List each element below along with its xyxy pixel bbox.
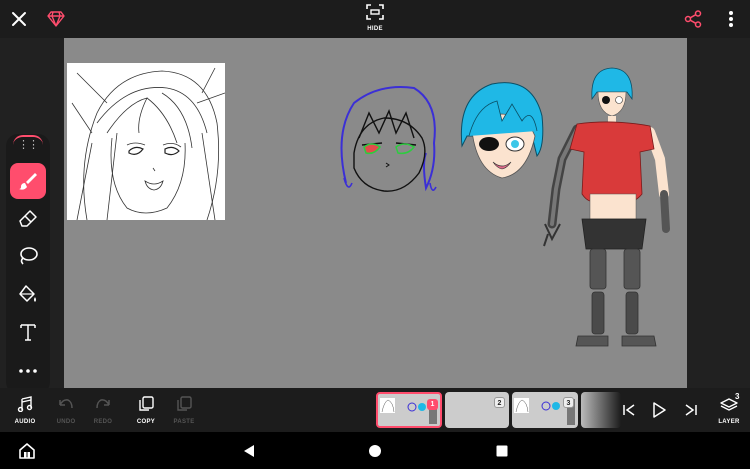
- frame-thumbnail-3[interactable]: 3: [512, 392, 578, 428]
- hide-label: HIDE: [367, 26, 383, 32]
- brush-tool[interactable]: [10, 163, 46, 199]
- tool-panel-handle[interactable]: ⋮⋮: [13, 135, 43, 155]
- audio-button[interactable]: AUDIO: [7, 396, 43, 425]
- skip-back-icon: [623, 404, 635, 416]
- drawing-canvas[interactable]: [64, 38, 687, 388]
- home-icon[interactable]: [366, 442, 384, 460]
- frame-number: 3: [563, 397, 574, 408]
- layer-button[interactable]: 3 LAYER: [711, 392, 747, 425]
- paint-bucket-icon: [19, 285, 36, 302]
- redo-button[interactable]: REDO: [85, 396, 121, 425]
- fill-tool[interactable]: [10, 276, 46, 312]
- top-bar: HIDE: [0, 0, 750, 38]
- bottom-bar: AUDIO UNDO REDO COPY PASTE 1 2 3 3 LAYER: [0, 388, 750, 432]
- play-button[interactable]: [649, 400, 669, 420]
- paste-button[interactable]: PASTE: [166, 396, 202, 425]
- close-icon[interactable]: [6, 6, 32, 32]
- frame-thumbnail-2[interactable]: 2: [445, 392, 509, 428]
- more-tools[interactable]: [10, 353, 46, 389]
- eraser-tool[interactable]: [10, 201, 46, 237]
- paste-label: PASTE: [173, 419, 195, 425]
- text-icon: [20, 324, 36, 341]
- colored-head[interactable]: [457, 76, 547, 186]
- line-art-head[interactable]: [334, 83, 444, 198]
- redo-label: REDO: [93, 419, 113, 425]
- frame-number: 1: [427, 399, 438, 410]
- flipaclip-app: HIDE ⋮⋮ AUDIO UNDO REDO COPY PASTE 1 2 3…: [0, 0, 750, 469]
- first-frame-button[interactable]: [619, 400, 639, 420]
- undo-label: UNDO: [56, 419, 76, 425]
- layer-count: 3: [735, 392, 740, 401]
- play-icon: [653, 402, 666, 418]
- timeline-fade: [581, 392, 621, 428]
- undo-icon: [59, 399, 73, 409]
- full-body-character[interactable]: [542, 64, 687, 354]
- text-tool[interactable]: [10, 314, 46, 350]
- tool-panel: ⋮⋮: [6, 134, 50, 394]
- undo-button[interactable]: UNDO: [48, 396, 84, 425]
- copy-label: COPY: [136, 419, 156, 425]
- home-app-icon[interactable]: [18, 442, 36, 460]
- diamond-icon[interactable]: [43, 6, 69, 32]
- copy-button[interactable]: COPY: [128, 396, 164, 425]
- brush-icon: [19, 173, 37, 190]
- more-horizontal-icon: [19, 369, 37, 373]
- frame-number: 2: [494, 397, 505, 408]
- music-note-icon: [17, 396, 33, 413]
- lasso-icon: [20, 247, 38, 265]
- last-frame-button[interactable]: [681, 400, 701, 420]
- frame-thumbnail-1[interactable]: 1: [376, 392, 442, 428]
- layer-label: LAYER: [718, 419, 740, 425]
- recents-icon[interactable]: [493, 442, 511, 460]
- hide-button[interactable]: HIDE: [362, 4, 388, 36]
- lasso-tool[interactable]: [10, 238, 46, 274]
- more-vertical-icon[interactable]: [718, 6, 744, 32]
- system-nav-bar: [0, 432, 750, 469]
- stage: ⋮⋮: [0, 38, 750, 394]
- audio-label: AUDIO: [14, 419, 36, 425]
- redo-icon: [96, 399, 110, 409]
- eraser-icon: [19, 210, 37, 227]
- reference-sketch-image[interactable]: [67, 63, 226, 221]
- hide-ui-icon: [366, 4, 384, 20]
- share-icon[interactable]: [680, 6, 706, 32]
- paste-icon: [177, 396, 192, 411]
- skip-forward-icon: [685, 404, 697, 416]
- back-icon[interactable]: [240, 442, 258, 460]
- copy-icon: [139, 396, 154, 411]
